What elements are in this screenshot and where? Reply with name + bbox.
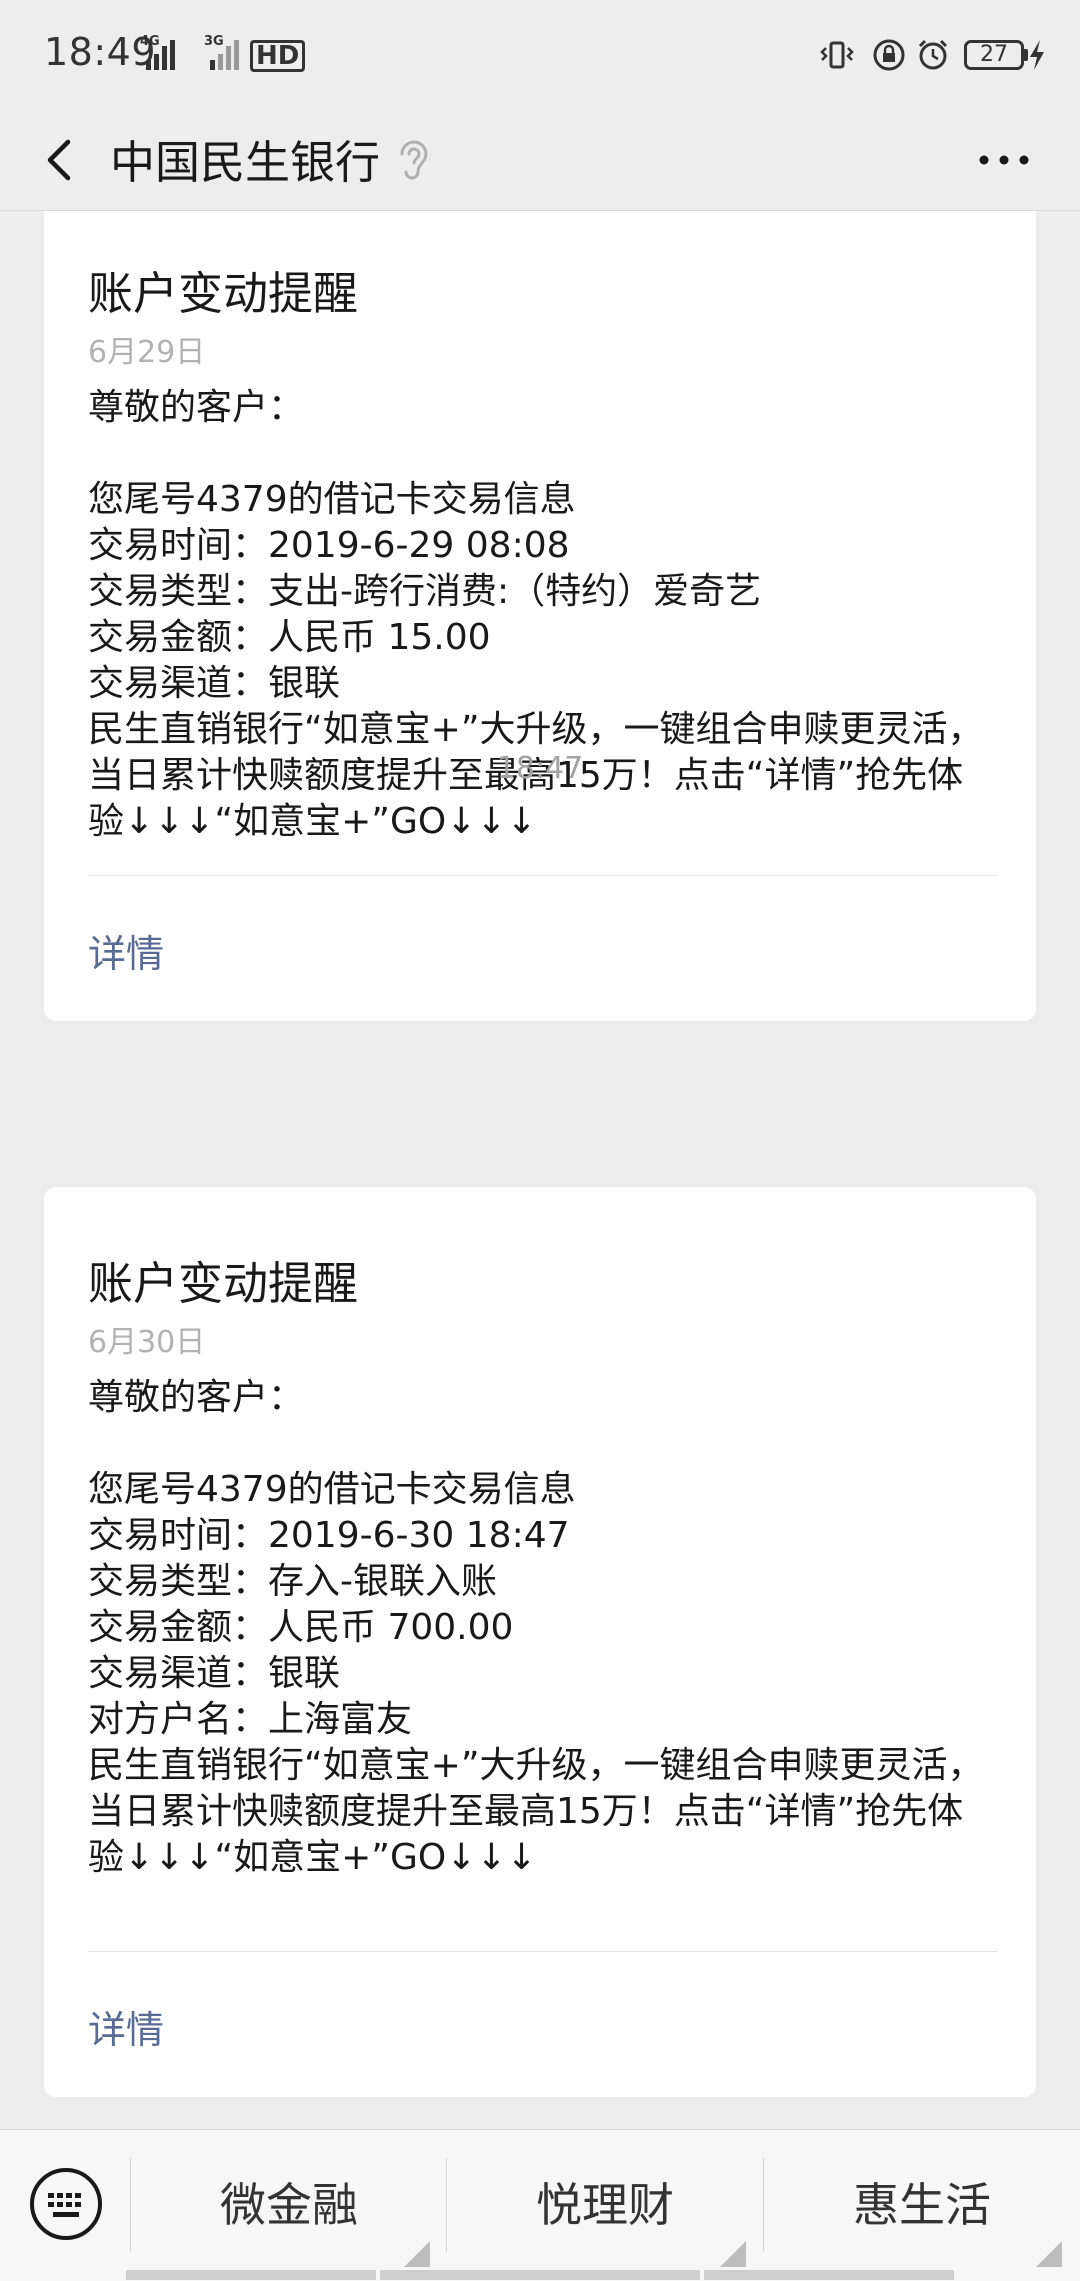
card-line: 交易时间：2019-6-29 08:08 <box>88 525 570 566</box>
card-title: 账户变动提醒 <box>88 267 359 320</box>
card-line: 您尾号4379的借记卡交易信息 <box>88 1469 576 1510</box>
details-link[interactable]: 详情 <box>88 923 164 978</box>
submenu-indicator-icon <box>720 2241 746 2267</box>
card-line: 交易类型：存入-银联入账 <box>88 1561 497 1602</box>
hd-icon: HD <box>250 40 306 72</box>
menu-item-huishenghuo[interactable]: 惠生活 <box>764 2130 1080 2281</box>
charging-icon <box>1030 40 1044 70</box>
card-date: 6月30日 <box>88 1325 206 1360</box>
card-greeting: 尊敬的客户： <box>88 1377 305 1418</box>
card-line: 对方户名：上海富友 <box>88 1699 413 1740</box>
card-line: 交易类型：支出-跨行消费:（特约）爱奇艺 <box>88 571 762 612</box>
signal-4g-label: 4G <box>140 34 160 49</box>
page-title: 中国民生银行 <box>110 136 381 189</box>
message-card[interactable]: 账户变动提醒 6月29日 尊敬的客户： 您尾号4379的借记卡交易信息 交易时间… <box>44 211 1036 1021</box>
back-arrow-icon[interactable] <box>30 130 90 190</box>
card-date: 6月29日 <box>88 335 206 370</box>
vibrate-icon <box>820 41 854 69</box>
chat-list[interactable]: 账户变动提醒 6月29日 尊敬的客户： 您尾号4379的借记卡交易信息 交易时间… <box>0 211 1080 2129</box>
card-line: 交易渠道：银联 <box>88 663 341 704</box>
card-line: 民生直销银行“如意宝+”大升级，一键组合申赎更灵活， <box>88 709 984 750</box>
card-divider <box>88 1951 998 1952</box>
bottom-menu-bar: 微金融 悦理财 惠生活 <box>0 2129 1080 2281</box>
details-link[interactable]: 详情 <box>88 1999 164 2054</box>
card-line: 交易金额：人民币 15.00 <box>88 617 491 658</box>
submenu-indicator-icon <box>404 2241 430 2267</box>
card-line: 您尾号4379的借记卡交易信息 <box>88 479 576 520</box>
signal-3g-icon: 3G <box>204 34 240 70</box>
signal-3g-label: 3G <box>204 34 224 49</box>
card-line: 当日累计快赎额度提升至最高15万！点击“详情”抢先体 <box>88 1791 964 1832</box>
card-line: 验↓↓↓“如意宝+”GO↓↓↓ <box>88 1837 537 1878</box>
more-icon[interactable] <box>960 130 1050 190</box>
ear-icon <box>400 140 428 180</box>
card-line: 验↓↓↓“如意宝+”GO↓↓↓ <box>88 801 537 842</box>
card-line: 交易时间：2019-6-30 18:47 <box>88 1515 570 1556</box>
message-timestamp: 18:47 <box>496 751 584 786</box>
card-body: 尊敬的客户： 您尾号4379的借记卡交易信息 交易时间：2019-6-30 18… <box>88 1375 1018 1881</box>
nav-bar: 中国民生银行 <box>0 110 1080 211</box>
keyboard-icon[interactable] <box>28 2166 104 2242</box>
menu-item-weijinrong[interactable]: 微金融 <box>131 2130 447 2281</box>
status-bar: 18:49 4G 3G HD 27 <box>0 0 1080 110</box>
card-line: 交易渠道：银联 <box>88 1653 341 1694</box>
signal-4g-icon: 4G <box>140 34 176 70</box>
submenu-indicator-icon <box>1036 2241 1062 2267</box>
card-greeting: 尊敬的客户： <box>88 387 305 428</box>
card-title: 账户变动提醒 <box>88 1257 359 1310</box>
home-indicator <box>126 2270 376 2280</box>
home-indicator <box>380 2270 700 2280</box>
alarm-icon <box>918 39 948 70</box>
battery-icon: 27 <box>964 40 1024 70</box>
card-divider <box>88 875 998 876</box>
menu-item-yuelicai[interactable]: 悦理财 <box>447 2130 763 2281</box>
home-indicator <box>704 2270 954 2280</box>
card-line: 交易金额：人民币 700.00 <box>88 1607 514 1648</box>
card-line: 民生直销银行“如意宝+”大升级，一键组合申赎更灵活， <box>88 1745 984 1786</box>
message-card[interactable]: 账户变动提醒 6月30日 尊敬的客户： 您尾号4379的借记卡交易信息 交易时间… <box>44 1187 1036 2097</box>
lock-rotation-icon <box>873 39 905 71</box>
